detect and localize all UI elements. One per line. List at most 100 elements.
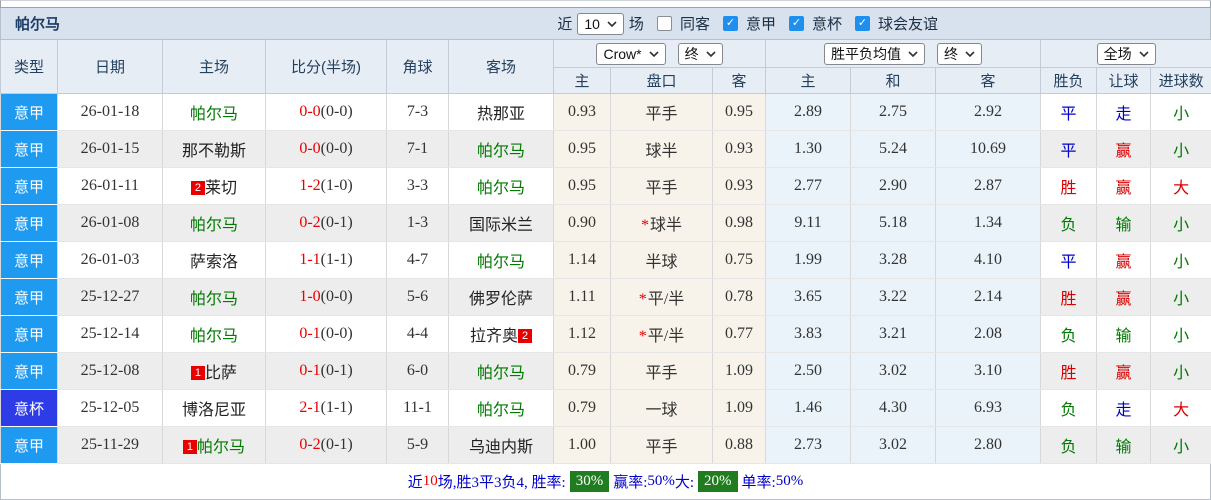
ah-result-cell: 输 <box>1096 204 1152 242</box>
chevron-down-icon <box>706 50 716 57</box>
result-cell: 负 <box>1040 426 1098 464</box>
team-name: 那不勒斯 <box>181 143 246 160</box>
team-name: 热那亚 <box>476 106 525 123</box>
away-team-cell: 国际米兰 <box>448 204 554 242</box>
rank-badge: 2 <box>518 329 532 343</box>
date-cell: 25-12-14 <box>57 315 163 353</box>
rank-badge: 2 <box>190 181 205 195</box>
corners-cell: 11-1 <box>386 389 449 427</box>
corners-cell: 4-4 <box>386 315 449 353</box>
team-name: 帕尔马 <box>189 217 238 234</box>
ah-result-cell: 赢 <box>1096 352 1152 390</box>
score-cell: 0-0(0-0) <box>265 130 387 168</box>
odds-draw-cell: 3.22 <box>850 278 937 316</box>
ah-away-odds-cell: 0.93 <box>711 130 767 168</box>
table-row: 意甲 26-01-15 那不勒斯 0-0(0-0) 7-1 帕尔马 0.95 球… <box>0 130 1211 168</box>
ah-home-odds-cell: 1.11 <box>553 278 611 316</box>
table-row: 意甲 25-11-29 1 帕尔马 0-2(0-1) 5-9 乌迪内斯 1.00 … <box>0 426 1211 464</box>
subheader-ah-away: 客 <box>711 67 767 94</box>
date-cell: 26-01-03 <box>57 241 163 279</box>
ah-line-cell: *平/半 <box>610 278 713 316</box>
subheader-odds-away: 客 <box>935 67 1042 94</box>
bookmaker-select[interactable]: Crow* <box>596 42 666 65</box>
score-cell: 0-2(0-1) <box>265 426 387 464</box>
ah-line-cell: 平手 <box>610 352 713 390</box>
league-type-cell: 意甲 <box>0 204 58 242</box>
checkbox-serie-a[interactable] <box>722 16 738 31</box>
handicap-time-select[interactable]: 终 <box>677 42 723 65</box>
checkbox-same-away[interactable] <box>656 16 672 31</box>
odds-draw-cell: 3.02 <box>850 352 937 390</box>
checkbox-coppa-italia[interactable] <box>788 16 804 31</box>
corners-cell: 3-3 <box>386 167 449 205</box>
date-cell: 25-12-08 <box>57 352 163 390</box>
handicap-group-header: Crow* 终 <box>552 39 767 68</box>
halftime-score: (1-1) <box>320 399 353 416</box>
chevron-down-icon <box>649 50 659 57</box>
checkbox-same-away-label: 同客 <box>679 16 710 33</box>
table-row: 意甲 26-01-18 帕尔马 0-0(0-0) 7-3 热那亚 0.93 平手… <box>0 93 1211 131</box>
odds-home-cell: 2.89 <box>765 93 852 131</box>
league-type-cell: 意杯 <box>0 389 58 427</box>
goals-result-cell: 小 <box>1150 315 1211 353</box>
away-team-cell: 帕尔马 <box>448 167 554 205</box>
ah-home-odds-cell: 0.90 <box>553 204 611 242</box>
footer-near-label: 近 <box>407 475 423 491</box>
title-bar: 帕尔马 近 10 场 同客 意甲 意杯 球会友谊 <box>0 8 1211 39</box>
team-name: 拉齐奥 <box>469 328 518 345</box>
subheader-ah-line: 盘口 <box>610 67 713 94</box>
home-team-cell: 博洛尼亚 <box>162 389 266 427</box>
ah-home-odds-cell: 0.79 <box>553 352 611 390</box>
odds-away-cell: 2.87 <box>935 167 1042 205</box>
ah-home-odds-cell: 0.79 <box>553 389 611 427</box>
col-header-corners: 角球 <box>386 39 449 94</box>
halftime-score: (0-0) <box>320 103 353 120</box>
star-icon: * <box>640 217 649 234</box>
checkbox-club-friendly[interactable] <box>854 16 870 31</box>
odds-draw-cell: 3.02 <box>850 426 937 464</box>
team-name: 莱切 <box>204 180 237 197</box>
goals-result-cell: 大 <box>1150 167 1211 205</box>
recent-count-select[interactable]: 10 <box>577 12 624 35</box>
league-badge: 意杯 <box>1 390 57 426</box>
result-cell: 胜 <box>1040 352 1098 390</box>
home-team-cell: 帕尔马 <box>162 204 266 242</box>
odds-home-cell: 2.77 <box>765 167 852 205</box>
odds-away-cell: 4.10 <box>935 241 1042 279</box>
corners-cell: 7-1 <box>386 130 449 168</box>
result-cell: 负 <box>1040 204 1098 242</box>
goals-result-cell: 小 <box>1150 130 1211 168</box>
filter-bar: 近 10 场 同客 意甲 意杯 球会友谊 <box>557 12 938 35</box>
score-cell: 0-1(0-0) <box>265 315 387 353</box>
scope-select[interactable]: 全场 <box>1096 42 1156 65</box>
team-name: 帕尔马 <box>476 180 525 197</box>
league-badge: 意甲 <box>1 94 57 130</box>
rank-badge: 1 <box>190 366 205 380</box>
fulltime-score: 0-0 <box>299 140 321 157</box>
games-label: 场 <box>628 16 644 33</box>
bookmaker-select-value: Crow* <box>603 45 642 62</box>
rank-badge: 1 <box>182 440 197 454</box>
handicap-time-select-value: 终 <box>684 45 699 62</box>
odds-group-header: 胜平负均值 终 <box>765 39 1042 68</box>
footer-over-label: 大: <box>674 475 695 491</box>
team-name: 帕尔马 <box>189 106 238 123</box>
halftime-score: (0-0) <box>320 140 353 157</box>
ah-home-odds-cell: 0.93 <box>553 93 611 131</box>
corners-cell: 5-9 <box>386 426 449 464</box>
checkbox-serie-a-label: 意甲 <box>745 16 776 33</box>
league-badge: 意甲 <box>1 205 57 241</box>
result-cell: 胜 <box>1040 167 1098 205</box>
fulltime-score: 1-2 <box>299 177 321 194</box>
subheader-ah-result: 让球 <box>1096 67 1152 94</box>
ah-away-odds-cell: 0.95 <box>711 93 767 131</box>
home-team-cell: 2 莱切 <box>162 167 266 205</box>
odds-avg-select[interactable]: 胜平负均值 <box>824 42 926 65</box>
summary-footer: 近 10 场,胜3平3负4, 胜率: 30% 赢率: 50% 大: 20% 单率… <box>0 464 1211 500</box>
odds-time-select[interactable]: 终 <box>937 42 983 65</box>
team-name: 博洛尼亚 <box>181 402 246 419</box>
footer-ah-win-value: 50% <box>647 473 675 489</box>
subheader-result: 胜负 <box>1040 67 1098 94</box>
score-cell: 1-1(1-1) <box>265 241 387 279</box>
away-team-cell: 热那亚 <box>448 93 554 131</box>
